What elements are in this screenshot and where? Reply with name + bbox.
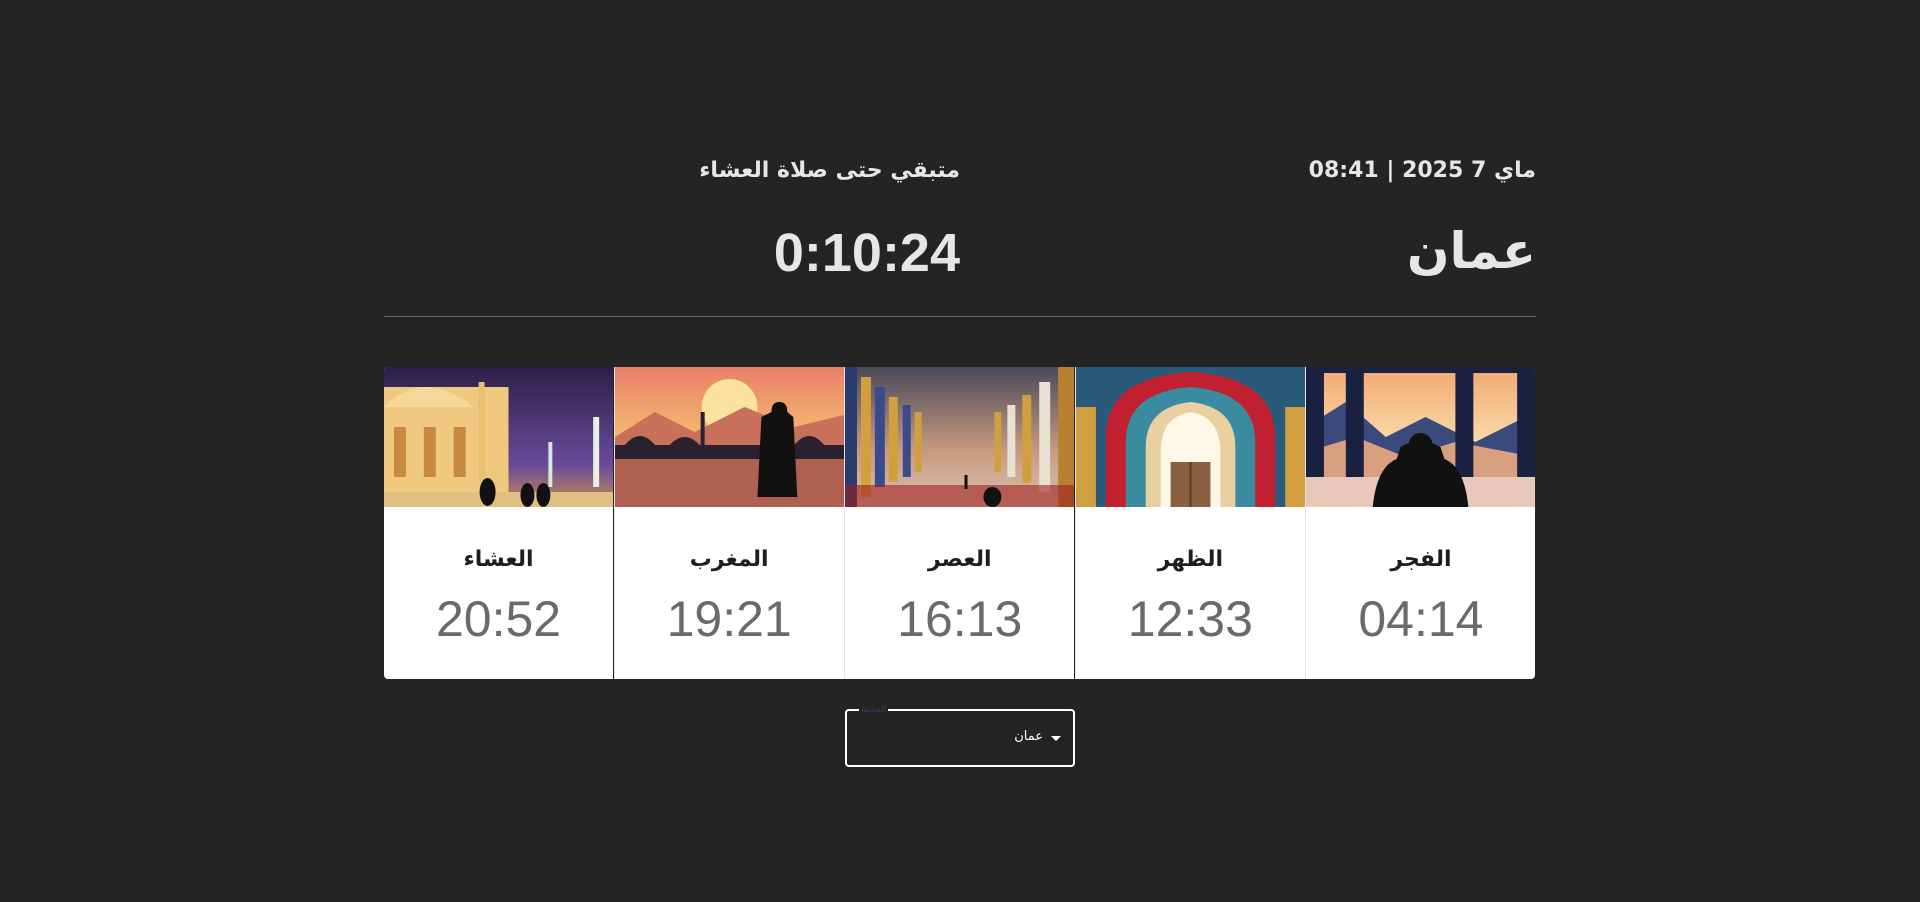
card-body: الظهر 12:33 xyxy=(1076,507,1305,679)
prayer-card-isha: العشاء 20:52 xyxy=(384,367,614,679)
card-body: العصر 16:13 xyxy=(845,507,1074,679)
dawn-mountains-image xyxy=(1306,367,1536,507)
prayer-card-maghrib: المغرب 19:21 xyxy=(613,367,844,679)
prayer-time: 12:33 xyxy=(1127,591,1253,647)
remaining-label: متبقي حتى صلاة العشاء xyxy=(699,158,960,183)
prayer-card-dhuhr: الظهر 12:33 xyxy=(1074,367,1305,679)
prayer-card-asr: العصر 16:13 xyxy=(844,367,1075,679)
prayer-card-fajr: الفجر 04:14 xyxy=(1305,367,1536,679)
city-select-label: المدينة xyxy=(859,705,889,715)
city-select[interactable]: المدينة عمان xyxy=(845,705,1075,767)
caret-down-icon[interactable] xyxy=(1051,736,1061,741)
arch-doorway-image xyxy=(1075,367,1305,507)
prayer-name: الظهر xyxy=(1157,547,1224,572)
prayer-time: 04:14 xyxy=(1358,591,1484,647)
header: ماي 7 2025 | 08:41 عمان متبقي حتى صلاة ا… xyxy=(384,0,1536,318)
card-body: الفجر 04:14 xyxy=(1306,507,1535,679)
card-body: العشاء 20:52 xyxy=(384,507,613,679)
date-time: ماي 7 2025 | 08:41 xyxy=(1308,158,1536,183)
prayer-name: الفجر xyxy=(1390,547,1452,572)
prayer-name: العشاء xyxy=(463,547,534,572)
mosque-night-image xyxy=(384,367,614,507)
countdown-timer: 0:10:24 xyxy=(773,223,960,283)
sunset-mosque-image xyxy=(614,367,844,507)
prayer-time: 16:13 xyxy=(897,591,1023,647)
arcade-columns-image xyxy=(845,367,1075,507)
prayer-time: 19:21 xyxy=(666,591,792,647)
divider xyxy=(384,316,1536,317)
prayer-cards: العشاء 20:52 المغرب 19:21 العصر 16:13 ال… xyxy=(384,367,1536,679)
prayer-name: المغرب xyxy=(689,547,769,572)
city-title: عمان xyxy=(1406,222,1536,280)
prayer-time: 20:52 xyxy=(435,591,562,647)
prayer-name: العصر xyxy=(927,547,992,572)
prayer-times-app: ماي 7 2025 | 08:41 عمان متبقي حتى صلاة ا… xyxy=(384,0,1536,902)
card-body: المغرب 19:21 xyxy=(615,507,844,679)
city-select-value[interactable]: عمان xyxy=(1014,729,1043,744)
